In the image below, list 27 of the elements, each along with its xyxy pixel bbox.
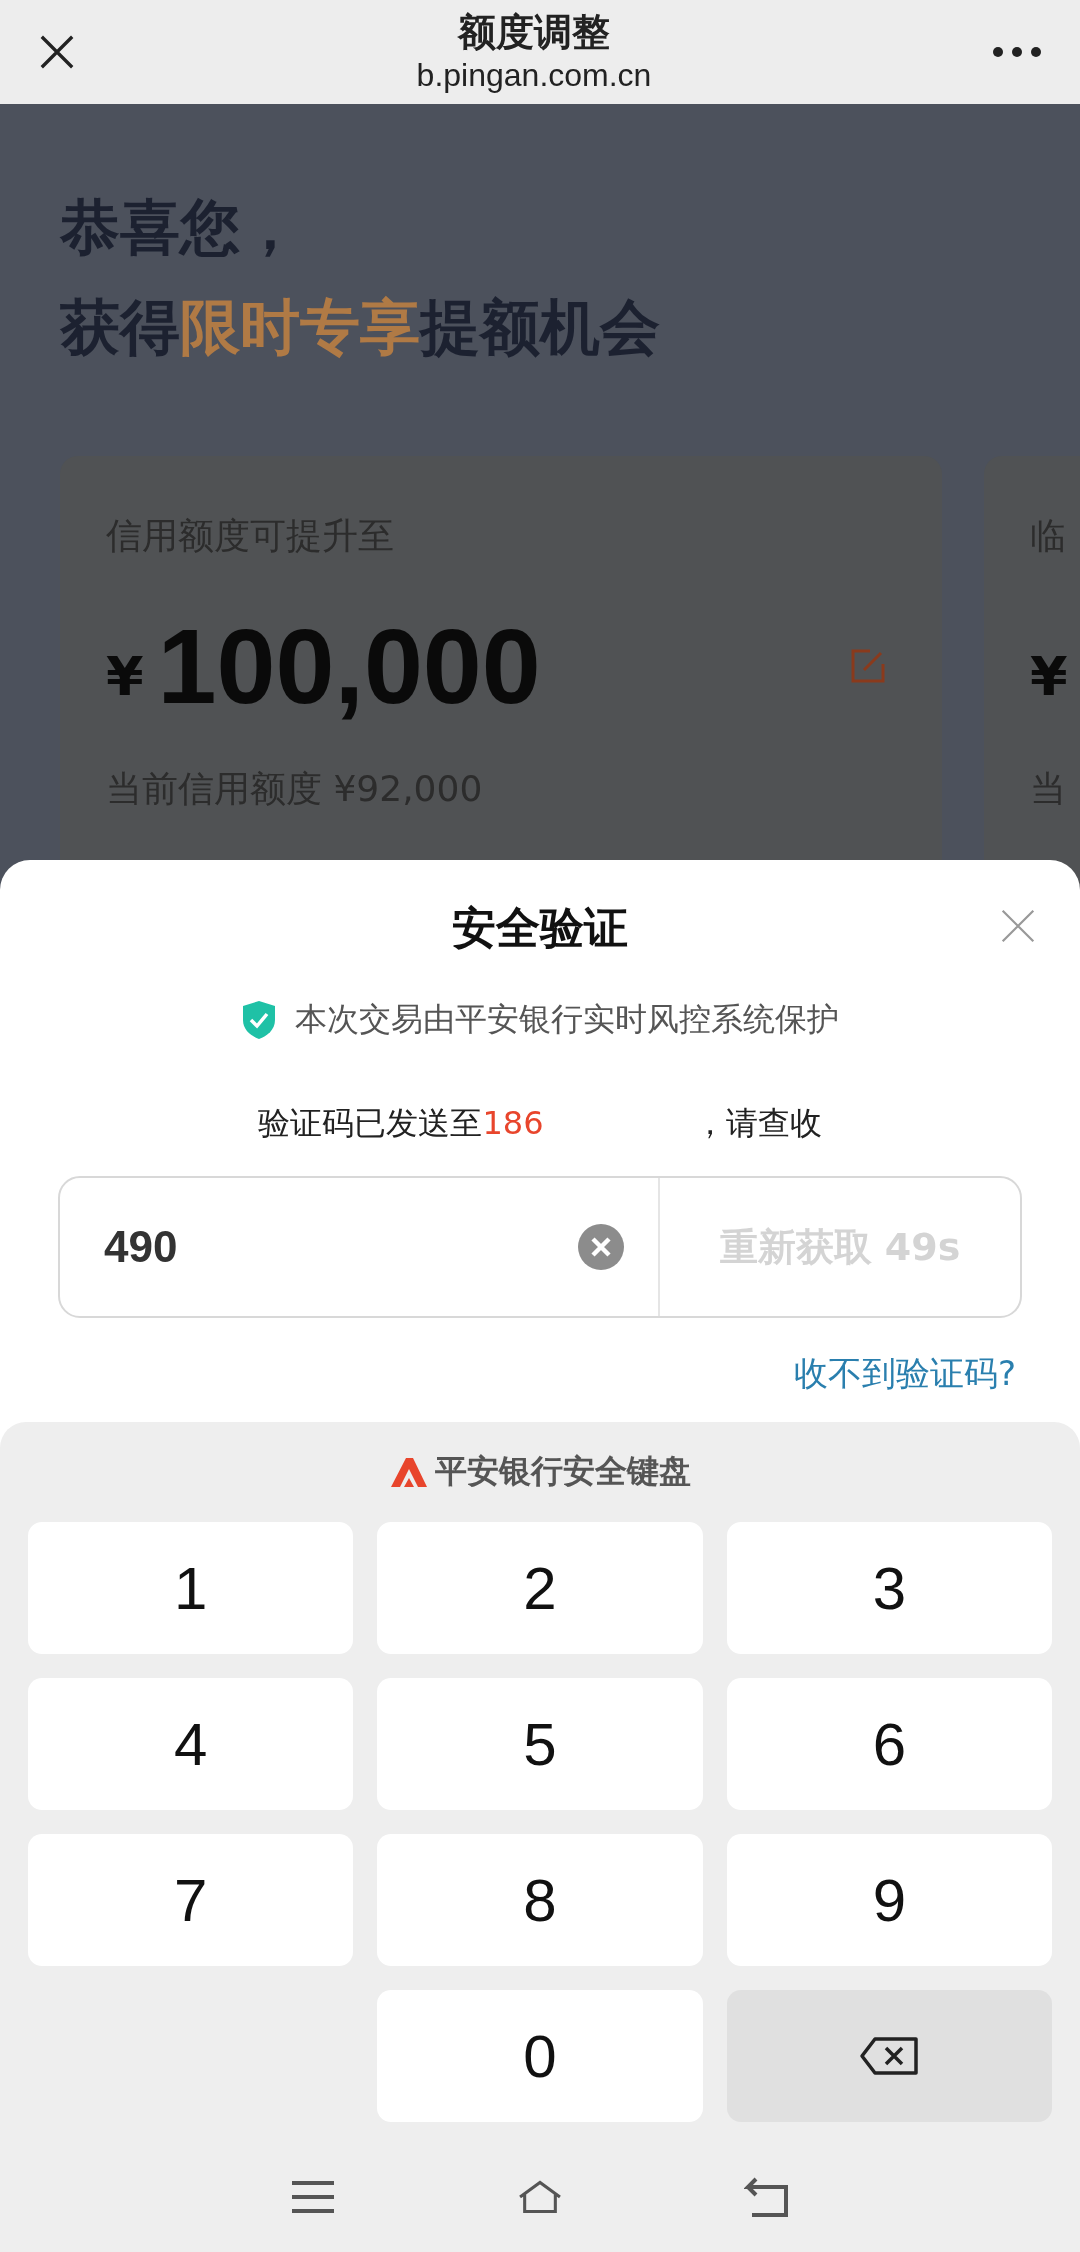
page-url: b.pingan.com.cn — [416, 56, 652, 95]
digit-key[interactable]: 6 — [726, 1678, 1052, 1810]
page-title: 额度调整 — [458, 9, 610, 55]
backspace-icon — [859, 2036, 920, 2076]
close-icon[interactable] — [38, 33, 76, 71]
currency-symbol: ¥ — [1030, 644, 1068, 708]
more-icon[interactable] — [992, 46, 1042, 58]
digit-key[interactable]: 9 — [726, 1834, 1052, 1966]
digit-key[interactable]: 8 — [377, 1834, 703, 1966]
code-sent-message: 验证码已发送至186 ，请查收 — [258, 1103, 822, 1144]
digit-key[interactable]: 1 — [28, 1522, 354, 1654]
security-note: 本次交易由平安银行实时风控系统保护 — [295, 999, 839, 1040]
dialog-title: 安全验证 — [452, 900, 628, 955]
digit-key[interactable]: 3 — [726, 1522, 1052, 1654]
keyboard-title: 平安银行安全键盘 — [435, 1451, 691, 1492]
currency-symbol: ¥ — [106, 644, 144, 708]
digit-key[interactable]: 5 — [377, 1678, 703, 1810]
digit-key[interactable]: 2 — [377, 1522, 703, 1654]
digit-key[interactable]: 4 — [28, 1678, 354, 1810]
shield-check-icon — [241, 1000, 277, 1040]
digit-key[interactable]: 7 — [28, 1834, 354, 1966]
limit-amount: 100,000 — [157, 605, 541, 727]
no-code-link[interactable]: 收不到验证码? — [793, 1351, 1016, 1397]
clear-icon[interactable] — [578, 1224, 624, 1270]
back-icon[interactable] — [743, 2175, 790, 2219]
digit-key[interactable]: 0 — [377, 1990, 703, 2122]
bank-logo-icon — [389, 1456, 429, 1488]
